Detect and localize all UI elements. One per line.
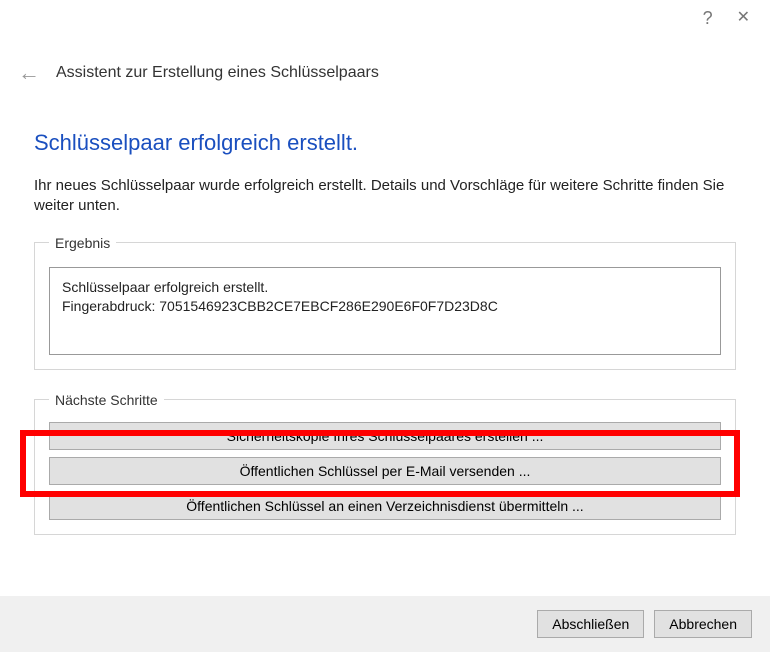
result-textbox[interactable]: Schlüsselpaar erfolgreich erstellt. Fing… bbox=[49, 267, 721, 355]
assistant-title: Assistent zur Erstellung eines Schlüssel… bbox=[56, 64, 379, 82]
next-steps-group: Nächste Schritte Sicherheitskopie Ihres … bbox=[34, 392, 736, 535]
page-heading: Schlüsselpaar erfolgreich erstellt. bbox=[34, 102, 736, 176]
next-steps-legend: Nächste Schritte bbox=[49, 392, 164, 408]
next-steps-buttons: Sicherheitskopie Ihres Schlüsselpaares e… bbox=[49, 408, 721, 520]
back-arrow-icon[interactable]: ← bbox=[18, 62, 40, 84]
content-area: Schlüsselpaar erfolgreich erstellt. Ihr … bbox=[0, 102, 770, 535]
help-icon[interactable]: ? bbox=[703, 9, 713, 27]
finish-button[interactable]: Abschließen bbox=[537, 610, 644, 638]
result-legend: Ergebnis bbox=[49, 235, 116, 251]
send-public-key-email-button[interactable]: Öffentlichen Schlüssel per E-Mail versen… bbox=[49, 457, 721, 485]
backup-keypair-button[interactable]: Sicherheitskopie Ihres Schlüsselpaares e… bbox=[49, 422, 721, 450]
titlebar: ? ✕ bbox=[0, 0, 770, 32]
close-icon[interactable]: ✕ bbox=[737, 10, 750, 26]
wizard-header: ← Assistent zur Erstellung eines Schlüss… bbox=[0, 32, 770, 102]
page-description: Ihr neues Schlüsselpaar wurde erfolgreic… bbox=[34, 176, 736, 235]
dialog-button-bar: Abschließen Abbrechen bbox=[0, 596, 770, 652]
result-group: Ergebnis Schlüsselpaar erfolgreich erste… bbox=[34, 235, 736, 370]
cancel-button[interactable]: Abbrechen bbox=[654, 610, 752, 638]
result-success-text: Schlüsselpaar erfolgreich erstellt. bbox=[62, 278, 708, 298]
result-fingerprint-text: Fingerabdruck: 7051546923CBB2CE7EBCF286E… bbox=[62, 297, 708, 317]
upload-public-key-directory-button[interactable]: Öffentlichen Schlüssel an einen Verzeich… bbox=[49, 492, 721, 520]
